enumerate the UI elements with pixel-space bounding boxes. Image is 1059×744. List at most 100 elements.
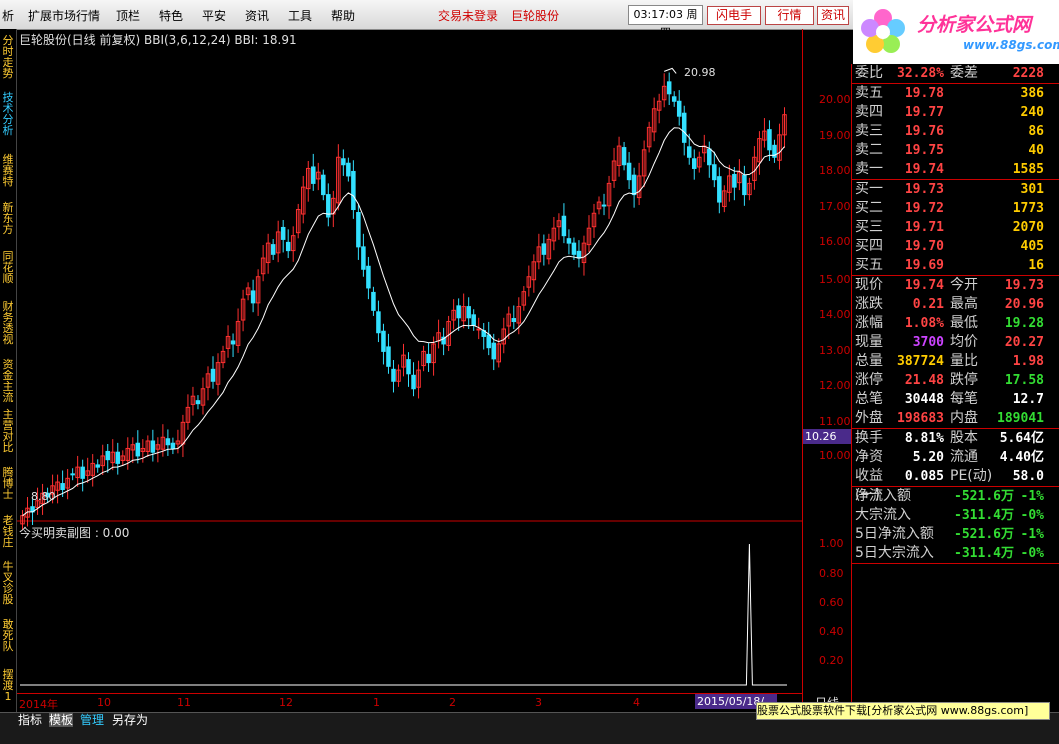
stat-value: 19.28 [1004,316,1044,331]
chart-canvas [17,67,802,686]
y-tick: 18.00 [819,164,851,177]
candle-body [170,442,176,449]
y-tick: 15.00 [819,273,851,286]
candle-body [366,265,371,289]
candle-body [621,147,627,166]
bid-volume: 405 [1020,239,1044,254]
ask-price: 19.74 [904,162,944,177]
candle-body [270,244,276,255]
candle-body [541,243,547,255]
flash-trade-button[interactable]: 闪电手 [707,6,761,25]
menu-item-special[interactable]: 特色 [159,7,183,24]
candle-body [491,342,496,360]
candle-body [411,374,416,390]
stat-label: 涨跌 [855,296,883,312]
tab-baidu[interactable]: 摆渡1 [1,669,15,702]
candle-body [486,334,491,349]
y-tick: 16.00 [819,235,851,248]
flow-value: -521.6万 [954,527,1014,542]
kline-chart[interactable]: 巨轮股份(日线 前复权) BBI(3,6,12,24) BBI: 18.91 今… [17,29,802,712]
menu-item-ext-market[interactable]: 扩展市场行情 [28,7,100,24]
tab-weisaite[interactable]: 维赛特 [1,154,15,187]
tab-technical[interactable]: 技术分析 [1,92,15,136]
left-tab-bar: 分时走势 技术分析 维赛特 新东方 同花顺 财务透视 资金主流 主营对比 腾博士… [0,29,17,712]
candle-body [341,158,346,166]
stat-value: 20.96 [1004,297,1044,312]
bid-level-label: 买四 [855,238,883,254]
tab-tonghuashun[interactable]: 同花顺 [1,251,15,284]
tab-manage[interactable]: 管理 [80,713,104,727]
stat-value: 21.48 [904,373,944,388]
candle-body [371,291,376,311]
candle-body [426,353,431,364]
tab-indicator[interactable]: 指标 [18,713,42,727]
stat-value: 198683 [897,411,944,426]
tab-gansidui[interactable]: 敢死队 [1,619,15,652]
menu-item-info[interactable]: 资讯 [245,7,269,24]
stat-label: 均价 [950,334,978,350]
candle-body [165,438,171,446]
candle-body [70,473,75,476]
stat-value: 0.21 [912,297,944,312]
month-tick: 10 [97,696,111,709]
y-tick: 13.00 [819,344,851,357]
month-tick: 12 [279,696,293,709]
stat-value: 1.98 [1012,354,1044,369]
cap-value: 8.81% [904,431,944,446]
tab-intraday[interactable]: 分时走势 [1,35,15,79]
menu-item-analyze[interactable]: 析 [2,7,14,24]
candle-body [150,440,156,453]
clock: 03:17:03 周四 [628,5,703,39]
bid-volume: 2070 [1012,220,1044,235]
tab-template[interactable]: 模板 [49,713,74,727]
quote-value: 32.28% [897,66,944,81]
ask-volume: 1585 [1012,162,1044,177]
login-status[interactable]: 交易未登录 [438,7,498,24]
stat-value: 3700 [912,335,944,350]
clock-time: 03:17:03 [633,8,683,21]
tab-xindongfang[interactable]: 新东方 [1,202,15,235]
tab-laoqianzhuang[interactable]: 老钱庄 [1,515,15,548]
tab-save-as[interactable]: 另存为 [112,713,148,727]
candle-body [601,204,607,207]
y-tick-sub: 1.00 [819,537,844,550]
ad-banner[interactable]: 股票公式股票软件下载[分析家公式网 www.88gs.com] [756,702,1050,720]
cap-value: 5.20 [912,450,944,465]
tab-tengboshi[interactable]: 腾博士 [1,467,15,500]
month-tick: 2014年 [19,698,58,711]
tab-niucha[interactable]: 牛叉诊股 [1,561,15,605]
flow-label: 5日大宗流入 [855,545,934,561]
tab-finance[interactable]: 财务透视 [1,301,15,345]
tab-business[interactable]: 主营对比 [1,409,15,453]
info-button[interactable]: 资讯 [817,6,849,25]
candle-body [631,174,637,196]
quote-label: 委比 [855,65,883,81]
bbi-line [22,127,785,517]
price-axis: 20.00 19.00 18.00 17.00 16.00 15.00 14.0… [802,29,851,712]
menu-item-tools[interactable]: 工具 [288,7,312,24]
candle-body [80,466,85,479]
candle-body [381,330,386,352]
ask-level-label: 卖四 [855,104,883,120]
candle-body [285,241,291,252]
candle-body [717,176,722,203]
flow-pct: -1% [1020,527,1044,542]
candle-body [471,314,476,326]
quote-button[interactable]: 行情 [765,6,814,25]
tab-capital[interactable]: 资金主流 [1,359,15,403]
ask-price: 19.78 [904,86,944,101]
candle-body [361,246,366,270]
bid-price: 19.72 [904,201,944,216]
stat-value: 12.7 [1012,392,1044,407]
candle-body [742,174,747,196]
y-tick-sub: 0.80 [819,567,844,580]
bid-volume: 301 [1020,182,1044,197]
signal-line [20,543,787,686]
menu-item-topbar[interactable]: 顶栏 [116,7,140,24]
bid-level-label: 买五 [855,257,883,273]
menu-item-help[interactable]: 帮助 [331,7,355,24]
price-tag: 10.26 [803,429,851,444]
stat-label: 涨幅 [855,315,883,331]
menu-item-pingan[interactable]: 平安 [202,7,226,24]
logo-title: 分析家公式网 [917,14,1032,36]
